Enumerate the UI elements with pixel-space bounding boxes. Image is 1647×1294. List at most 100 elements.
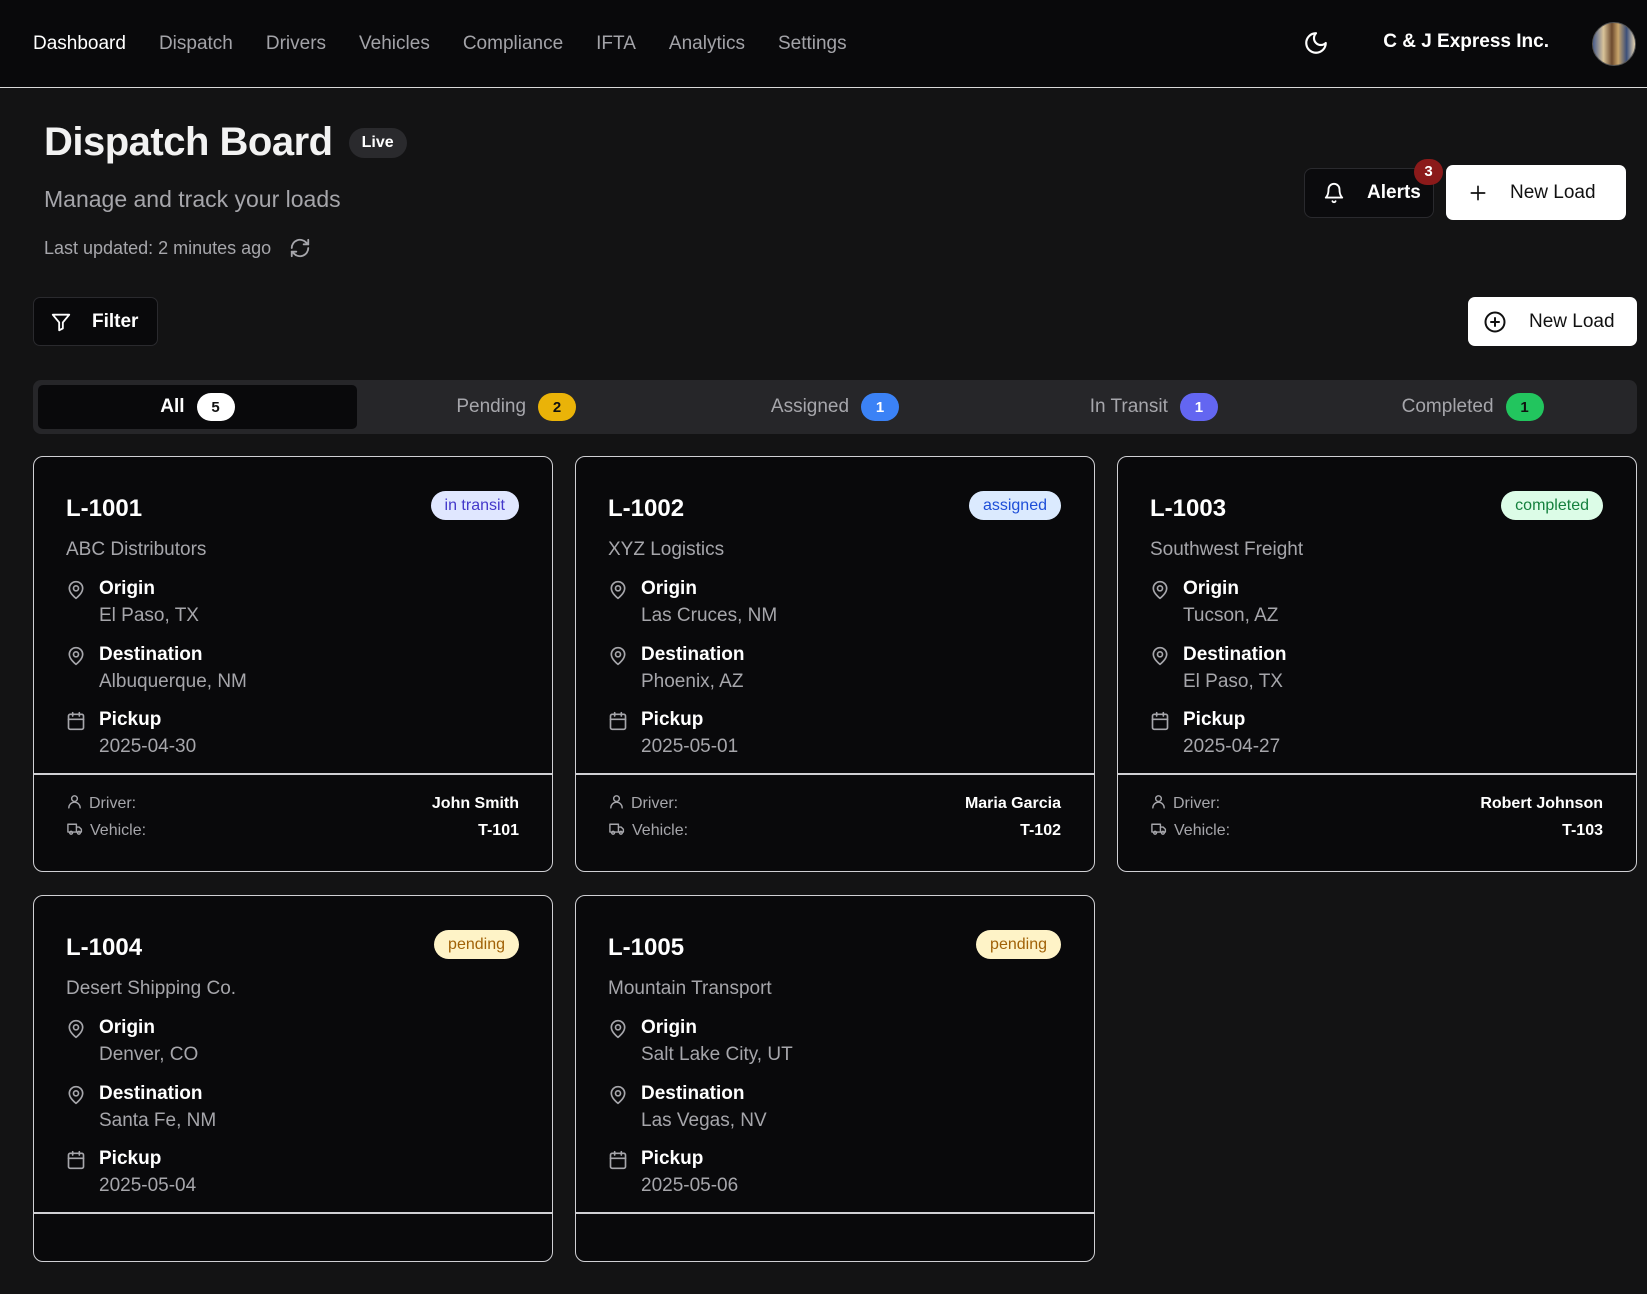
origin-label: Origin (641, 1017, 697, 1038)
destination-label: Destination (1183, 644, 1287, 665)
driver-label: Driver: (1173, 795, 1221, 812)
destination-row: Destination Santa Fe, NM (66, 1082, 216, 1133)
user-icon (66, 793, 89, 815)
truck-icon (608, 820, 632, 842)
customer-name: XYZ Logistics (608, 539, 725, 560)
origin-row: Origin El Paso, TX (66, 577, 199, 628)
pickup-row: Pickup 2025-04-27 (1150, 708, 1280, 759)
refresh-icon[interactable] (289, 237, 311, 259)
load-id: L-1005 (608, 934, 685, 961)
new-load-button[interactable]: New Load (1468, 297, 1637, 346)
page-subtitle: Manage and track your loads (44, 186, 341, 212)
load-card[interactable]: L-1001 in transit ABC Distributors Origin El… (33, 456, 553, 872)
map-pin-icon (608, 1084, 628, 1106)
map-pin-icon (608, 1018, 628, 1040)
page-title: Dispatch Board (44, 120, 333, 164)
calendar-icon (608, 710, 628, 732)
live-badge: Live (348, 127, 407, 158)
pickup-label: Pickup (99, 1148, 162, 1169)
destination-row: Destination Las Vegas, NV (608, 1082, 767, 1133)
company-name: C & J Express Inc. (1383, 31, 1549, 52)
tab-pending[interactable]: Pending 2 (357, 385, 676, 429)
card-divider (34, 1212, 552, 1214)
tab-label: Completed (1401, 396, 1494, 417)
customer-name: ABC Distributors (66, 539, 207, 560)
top-navigation-bar: Dashboard Dispatch Drivers Vehicles Comp… (0, 0, 1647, 88)
destination-value: Santa Fe, NM (99, 1110, 217, 1131)
tab-label: All (160, 396, 185, 417)
driver-label: Driver: (631, 795, 679, 812)
map-pin-icon (608, 645, 628, 667)
origin-value: Tucson, AZ (1183, 605, 1279, 626)
tab-all[interactable]: All 5 (38, 385, 357, 429)
origin-value: Salt Lake City, UT (641, 1044, 793, 1065)
origin-value: El Paso, TX (99, 605, 199, 626)
vehicle-row: Vehicle: T-102 (608, 820, 1061, 842)
origin-label: Origin (1183, 578, 1239, 599)
card-divider (576, 1212, 1094, 1214)
origin-value: Denver, CO (99, 1044, 199, 1065)
nav-analytics[interactable]: Analytics (669, 33, 745, 55)
truck-icon (66, 820, 90, 842)
nav-dashboard[interactable]: Dashboard (33, 33, 126, 55)
tab-assigned[interactable]: Assigned 1 (676, 385, 995, 429)
vehicle-id: T-102 (1020, 822, 1061, 839)
nav-settings[interactable]: Settings (778, 33, 847, 55)
destination-value: Las Vegas, NV (641, 1110, 767, 1131)
truck-icon (1150, 820, 1174, 842)
new-load-label: New Load (1510, 181, 1596, 203)
tab-completed[interactable]: Completed 1 (1313, 385, 1632, 429)
pickup-row: Pickup 2025-05-04 (66, 1147, 196, 1198)
new-load-button-header[interactable]: New Load (1446, 165, 1626, 220)
nav-vehicles[interactable]: Vehicles (359, 33, 430, 55)
calendar-icon (66, 710, 86, 732)
bell-icon (1324, 183, 1344, 204)
nav-compliance[interactable]: Compliance (463, 33, 563, 55)
load-card[interactable]: L-1004 pending Desert Shipping Co. Origin De… (33, 895, 553, 1262)
tab-label: In Transit (1089, 396, 1168, 417)
plus-circle-icon (1484, 311, 1506, 332)
user-avatar[interactable] (1592, 22, 1636, 66)
tab-count-badge: 1 (1505, 393, 1544, 421)
plus-icon (1470, 185, 1486, 200)
pickup-value: 2025-04-30 (99, 736, 197, 757)
status-badge: completed (1501, 491, 1603, 520)
destination-label: Destination (99, 644, 203, 665)
map-pin-icon (66, 1018, 86, 1040)
moon-icon[interactable] (1303, 30, 1329, 56)
pickup-row: Pickup 2025-05-06 (608, 1147, 738, 1198)
origin-row: Origin Las Cruces, NM (608, 577, 777, 628)
main-nav: Dashboard Dispatch Drivers Vehicles Comp… (33, 0, 880, 88)
load-card[interactable]: L-1003 completed Southwest Freight Origin Tu… (1117, 456, 1637, 872)
status-badge: pending (434, 930, 519, 959)
load-card[interactable]: L-1002 assigned XYZ Logistics Origin Las Cru… (575, 456, 1095, 872)
origin-value: Las Cruces, NM (641, 605, 778, 626)
pickup-value: 2025-04-27 (1183, 736, 1281, 757)
tab-count-badge: 1 (861, 393, 900, 421)
pickup-label: Pickup (641, 709, 704, 730)
driver-row: Driver: John Smith (66, 793, 519, 815)
user-icon (608, 793, 631, 815)
origin-row: Origin Tucson, AZ (1150, 577, 1278, 628)
vehicle-label: Vehicle: (632, 822, 689, 839)
pickup-row: Pickup 2025-04-30 (66, 708, 196, 759)
status-tabs: All 5 Pending 2 Assigned 1 In Transit 1 Complete… (33, 380, 1637, 434)
customer-name: Southwest Freight (1150, 539, 1304, 560)
driver-name: Maria Garcia (964, 795, 1061, 812)
destination-label: Destination (641, 1083, 745, 1104)
nav-dispatch[interactable]: Dispatch (159, 33, 233, 55)
load-id: L-1004 (66, 934, 143, 961)
filter-button[interactable]: Filter (33, 297, 158, 346)
origin-row: Origin Denver, CO (66, 1016, 198, 1067)
calendar-icon (66, 1149, 86, 1171)
filter-icon (51, 313, 71, 331)
card-divider (1118, 773, 1636, 775)
tab-in-transit[interactable]: In Transit 1 (994, 385, 1313, 429)
load-card[interactable]: L-1005 pending Mountain Transport Origin Sal… (575, 895, 1095, 1262)
nav-drivers[interactable]: Drivers (266, 33, 326, 55)
destination-row: Destination Phoenix, AZ (608, 643, 744, 694)
card-divider (576, 773, 1094, 775)
nav-ifta[interactable]: IFTA (596, 33, 636, 55)
calendar-icon (1150, 710, 1170, 732)
destination-label: Destination (641, 644, 745, 665)
